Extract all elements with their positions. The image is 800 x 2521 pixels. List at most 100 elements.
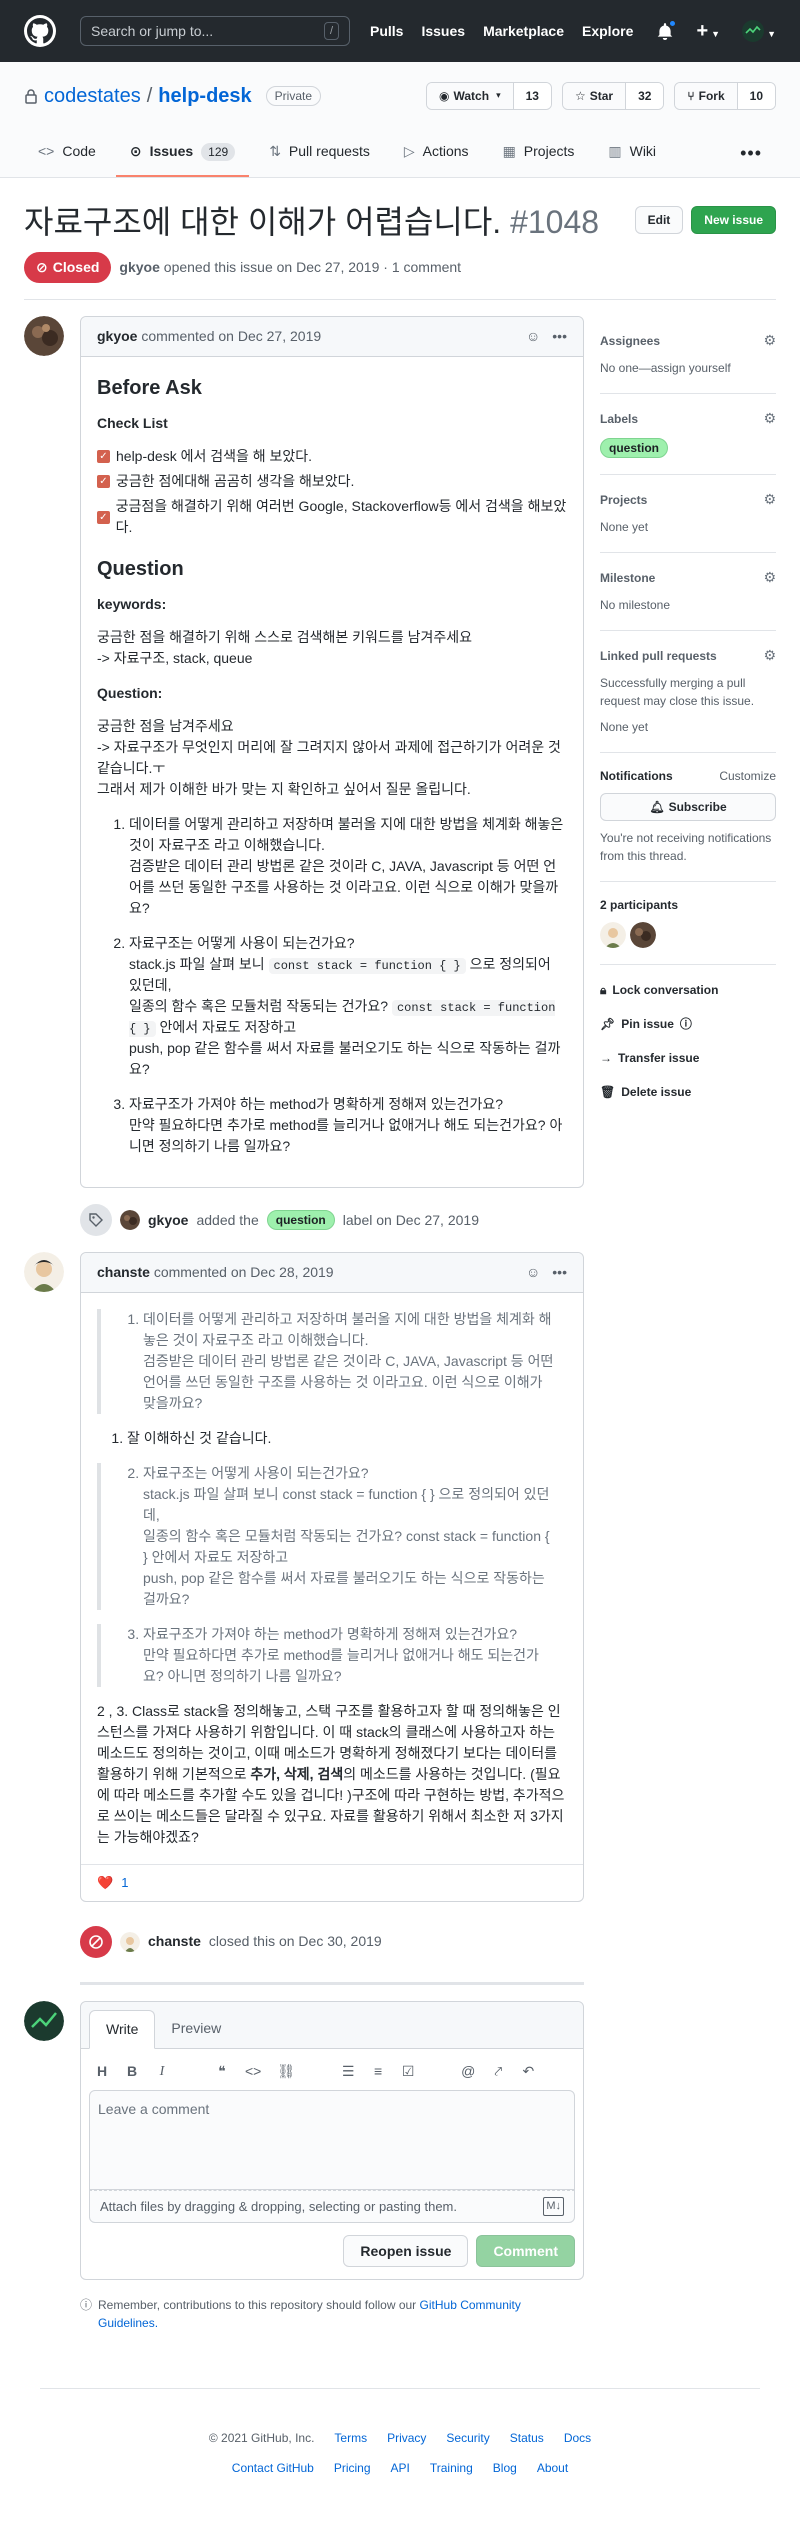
edit-title-button[interactable]: Edit bbox=[634, 206, 684, 234]
avatar[interactable] bbox=[120, 1210, 140, 1230]
bulleted-list-icon[interactable]: ☰ bbox=[341, 2061, 355, 2082]
lock-conversation-button[interactable]: 🔒︎ Lock conversation bbox=[600, 981, 776, 999]
milestone-header[interactable]: Milestone ⚙ bbox=[600, 567, 776, 588]
star-button[interactable]: ☆ Star bbox=[562, 83, 627, 109]
user-menu-dropdown[interactable]: ▼ bbox=[742, 19, 776, 43]
subscribe-button[interactable]: 🔔︎ Subscribe bbox=[600, 793, 776, 821]
participant-avatar[interactable] bbox=[600, 922, 626, 948]
checked-checkbox-icon[interactable]: ✓ bbox=[97, 475, 110, 488]
italic-icon[interactable]: I bbox=[155, 2061, 169, 2082]
nav-explore[interactable]: Explore bbox=[582, 21, 633, 42]
new-issue-button[interactable]: New issue bbox=[691, 206, 776, 234]
repo-name-link[interactable]: help-desk bbox=[158, 81, 251, 111]
list-item: 자료구조는 어떻게 사용이 되는건가요? stack.js 파일 살펴 보니 co… bbox=[143, 1463, 555, 1610]
labels-header[interactable]: Labels ⚙ bbox=[600, 408, 776, 429]
sidebar-actions: 🔒︎ Lock conversation 📌︎ Pin issue ⓘ → Transf… bbox=[600, 965, 776, 1101]
label-question[interactable]: question bbox=[600, 438, 668, 458]
comment-timestamp[interactable]: commented on Dec 27, 2019 bbox=[141, 328, 321, 344]
comment-author-link[interactable]: chanste bbox=[97, 1264, 150, 1280]
assignees-value[interactable]: No one—assign yourself bbox=[600, 359, 776, 377]
footer-link-status[interactable]: Status bbox=[510, 2429, 544, 2447]
comment-author-link[interactable]: gkyoe bbox=[97, 328, 137, 344]
smiley-icon[interactable]: ☺ bbox=[526, 326, 540, 347]
more-tabs-icon[interactable]: ••• bbox=[726, 130, 776, 177]
projects-header[interactable]: Projects ⚙ bbox=[600, 489, 776, 510]
attach-files-area[interactable]: Attach files by dragging & dropping, sel… bbox=[89, 2189, 575, 2223]
link-icon[interactable]: ⛓ bbox=[277, 2061, 295, 2082]
label-question[interactable]: question bbox=[266, 1210, 335, 1230]
avatar[interactable] bbox=[120, 1931, 140, 1952]
comment-button[interactable]: Comment bbox=[476, 2235, 575, 2267]
quote-icon[interactable]: ❝ bbox=[215, 2061, 229, 2082]
tab-projects[interactable]: ▦ Projects bbox=[489, 130, 589, 177]
markdown-icon[interactable]: M↓ bbox=[543, 2196, 564, 2216]
comment-textarea[interactable]: Leave a comment bbox=[89, 2089, 575, 2190]
issue-author-link[interactable]: gkyoe bbox=[119, 259, 159, 275]
code-icon[interactable]: <> bbox=[245, 2061, 261, 2082]
checked-checkbox-icon[interactable]: ✓ bbox=[97, 510, 110, 524]
nav-pulls[interactable]: Pulls bbox=[370, 21, 403, 42]
footer-link-terms[interactable]: Terms bbox=[334, 2429, 367, 2447]
gear-icon[interactable]: ⚙ bbox=[763, 645, 776, 666]
reopen-issue-button[interactable]: Reopen issue bbox=[343, 2235, 469, 2267]
linked-prs-header[interactable]: Linked pull requests ⚙ bbox=[600, 645, 776, 666]
heart-reaction-button[interactable]: ❤️ 1 bbox=[97, 1873, 128, 1893]
create-new-dropdown[interactable]: + ▼ bbox=[696, 16, 720, 46]
fork-button[interactable]: ⑂ Fork bbox=[675, 83, 738, 109]
participant-avatar[interactable] bbox=[630, 922, 656, 948]
customize-link[interactable]: Customize bbox=[719, 767, 776, 785]
gear-icon[interactable]: ⚙ bbox=[763, 330, 776, 351]
event-author-link[interactable]: chanste bbox=[148, 1931, 201, 1952]
footer-link-blog[interactable]: Blog bbox=[493, 2459, 517, 2477]
checked-checkbox-icon[interactable]: ✓ bbox=[97, 450, 110, 463]
footer-link-training[interactable]: Training bbox=[430, 2459, 473, 2477]
transfer-issue-button[interactable]: → Transfer issue bbox=[600, 1049, 776, 1067]
gear-icon[interactable]: ⚙ bbox=[763, 489, 776, 510]
tab-actions[interactable]: ▷ Actions bbox=[390, 130, 483, 177]
assignees-header[interactable]: Assignees ⚙ bbox=[600, 330, 776, 351]
tab-issues[interactable]: ⊙ Issues 129 bbox=[115, 130, 250, 177]
preview-tab[interactable]: Preview bbox=[155, 2010, 237, 2048]
avatar[interactable] bbox=[24, 316, 64, 356]
smiley-icon[interactable]: ☺ bbox=[526, 1262, 540, 1283]
watch-count[interactable]: 13 bbox=[513, 83, 551, 109]
nav-issues[interactable]: Issues bbox=[421, 21, 465, 42]
footer-link-pricing[interactable]: Pricing bbox=[334, 2459, 371, 2477]
heading-icon[interactable]: H bbox=[95, 2061, 109, 2082]
delete-issue-button[interactable]: 🗑︎ Delete issue bbox=[600, 1083, 776, 1101]
mention-icon[interactable]: @ bbox=[461, 2061, 475, 2082]
reply-icon[interactable]: ↶ bbox=[521, 2061, 535, 2082]
footer-link-security[interactable]: Security bbox=[446, 2429, 489, 2447]
footer-link-docs[interactable]: Docs bbox=[564, 2429, 591, 2447]
comment-timestamp[interactable]: commented on Dec 28, 2019 bbox=[154, 1264, 334, 1280]
repo-owner-link[interactable]: codestates bbox=[44, 81, 141, 111]
gear-icon[interactable]: ⚙ bbox=[763, 567, 776, 588]
event-author-link[interactable]: gkyoe bbox=[148, 1210, 188, 1231]
nav-marketplace[interactable]: Marketplace bbox=[483, 21, 564, 42]
task-list-icon[interactable]: ☑ bbox=[401, 2061, 415, 2082]
watch-button[interactable]: ◉ Watch ▾ bbox=[427, 83, 514, 109]
fork-count[interactable]: 10 bbox=[737, 83, 775, 109]
pin-issue-button[interactable]: 📌︎ Pin issue ⓘ bbox=[600, 1015, 776, 1033]
footer-link-privacy[interactable]: Privacy bbox=[387, 2429, 426, 2447]
cross-reference-icon[interactable]: ⤤ bbox=[491, 2061, 505, 2082]
tab-pull-requests[interactable]: ⇅ Pull requests bbox=[255, 130, 384, 177]
footer-link-api[interactable]: API bbox=[391, 2459, 410, 2477]
gear-icon[interactable]: ⚙ bbox=[763, 408, 776, 429]
avatar[interactable] bbox=[24, 1252, 64, 1292]
star-count[interactable]: 32 bbox=[626, 83, 664, 109]
info-icon[interactable]: ⓘ bbox=[680, 1015, 692, 1033]
tab-wiki[interactable]: ▥ Wiki bbox=[594, 130, 670, 177]
footer-link-about[interactable]: About bbox=[537, 2459, 568, 2477]
tab-code[interactable]: <> Code bbox=[24, 130, 110, 177]
github-logo-icon[interactable] bbox=[24, 15, 56, 47]
write-tab[interactable]: Write bbox=[89, 2009, 156, 2049]
search-input[interactable]: Search or jump to... / bbox=[80, 16, 350, 46]
footer-link-contact[interactable]: Contact GitHub bbox=[232, 2459, 314, 2477]
numbered-list-icon[interactable]: ≡ bbox=[371, 2061, 385, 2082]
kebab-menu-icon[interactable]: ••• bbox=[552, 326, 567, 347]
avatar[interactable] bbox=[24, 2000, 64, 2041]
kebab-menu-icon[interactable]: ••• bbox=[552, 1262, 567, 1283]
bold-icon[interactable]: B bbox=[125, 2061, 139, 2082]
notification-bell-icon[interactable] bbox=[656, 19, 678, 40]
